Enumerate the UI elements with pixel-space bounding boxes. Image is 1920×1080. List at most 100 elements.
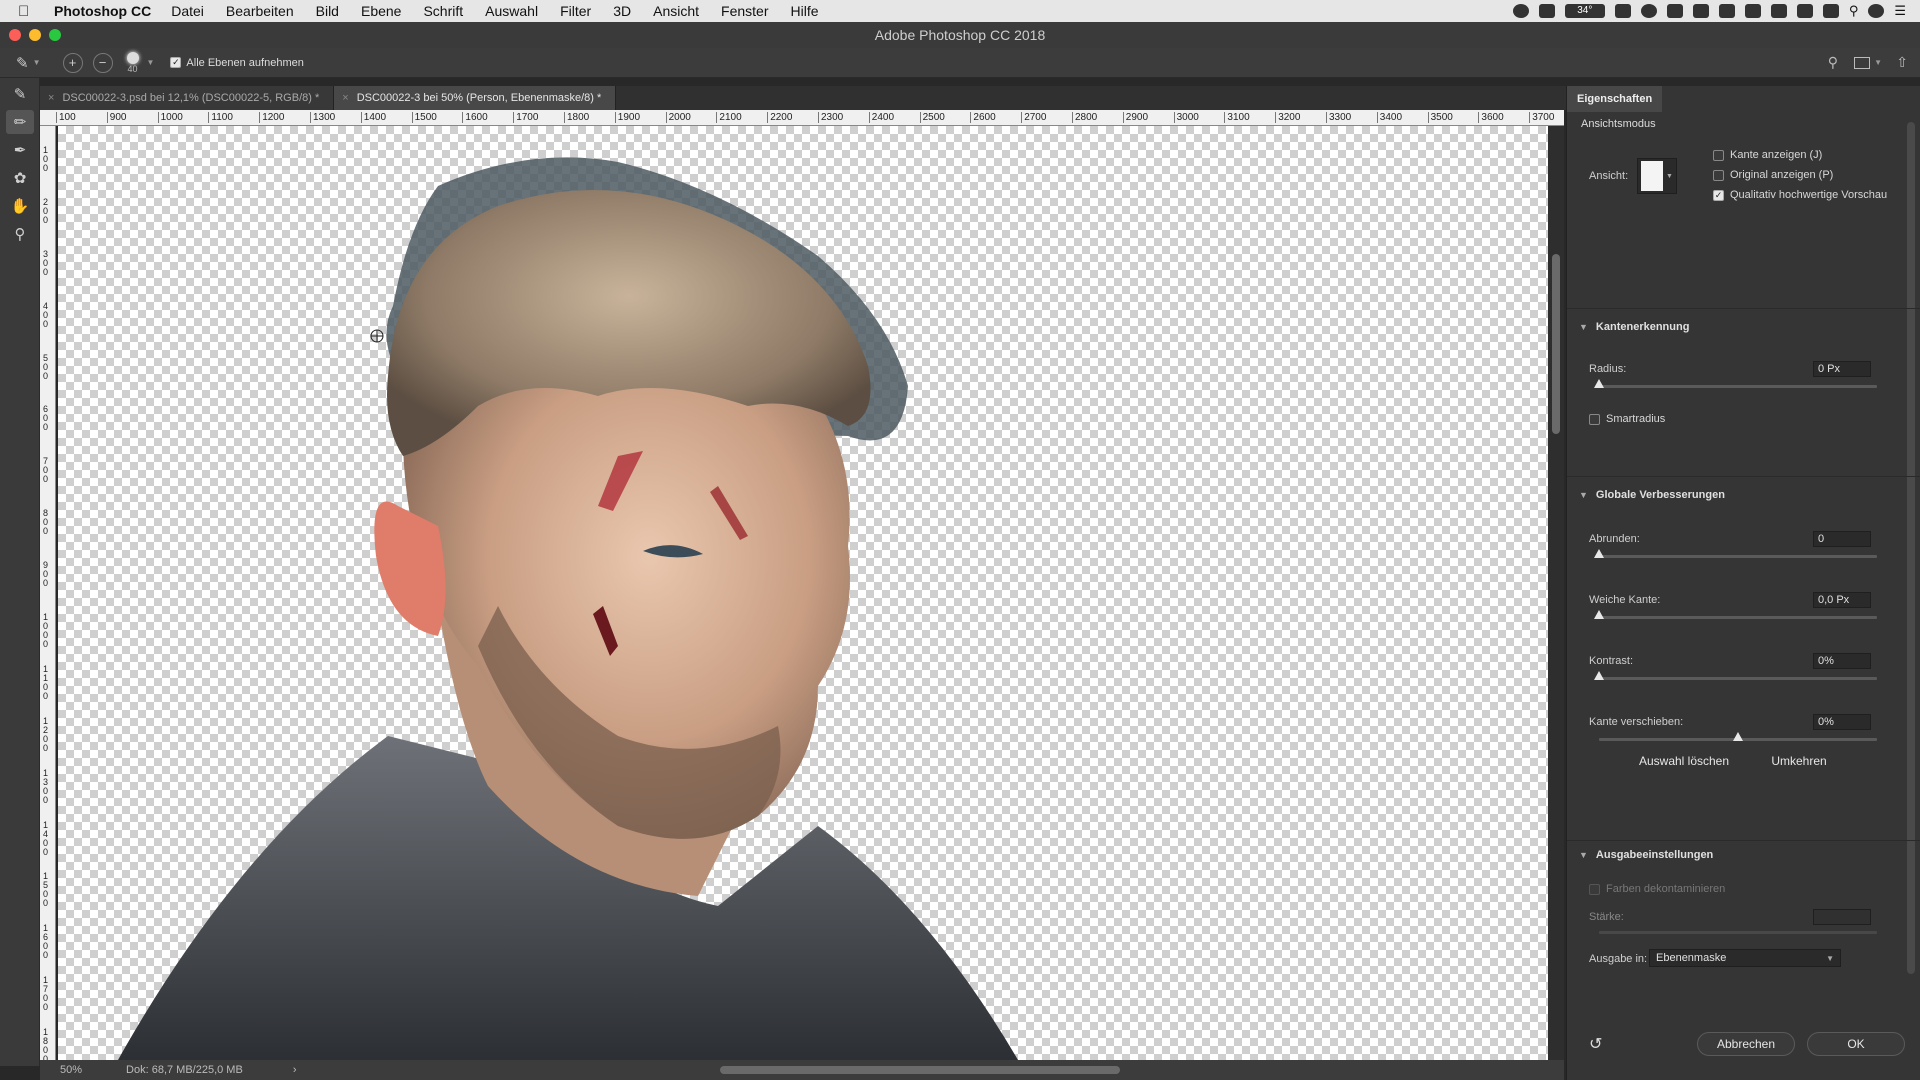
creative-cloud-icon[interactable]: [1640, 4, 1657, 18]
close-window-button[interactable]: [9, 29, 21, 41]
ruler-tick-label: 2800: [1072, 112, 1097, 123]
tab-dsc00022-3-psd[interactable]: × DSC00022-3.psd bei 12,1% (DSC00022-5, …: [40, 86, 335, 110]
airplay-icon[interactable]: [1796, 4, 1813, 18]
notification-center-icon[interactable]: ☰: [1894, 3, 1906, 19]
sample-all-layers-checkbox[interactable]: ✓: [170, 57, 182, 68]
temperature-badge[interactable]: 34°: [1564, 4, 1605, 18]
display-icon[interactable]: [1538, 4, 1555, 18]
contrast-input[interactable]: 0%: [1813, 653, 1871, 669]
radius-slider-thumb[interactable]: [1594, 379, 1604, 388]
vertical-scrollbar[interactable]: [1548, 126, 1564, 1060]
output-settings-header[interactable]: ▼ Ausgabeeinstellungen: [1579, 849, 1713, 861]
reset-icon[interactable]: ↺: [1589, 1034, 1602, 1054]
horizontal-scrollbar-thumb[interactable]: [720, 1066, 1120, 1074]
decontaminate-box[interactable]: [1589, 883, 1600, 895]
smooth-slider-track[interactable]: [1599, 555, 1877, 558]
feather-input[interactable]: 0,0 Px: [1813, 592, 1871, 608]
dropbox-icon[interactable]: [1666, 4, 1683, 18]
subtract-mode-button[interactable]: −: [92, 52, 113, 73]
show-edge-box[interactable]: [1713, 149, 1724, 161]
show-original-box[interactable]: [1713, 169, 1724, 181]
global-refinements-header[interactable]: ▼ Globale Verbesserungen: [1579, 489, 1725, 501]
zoom-level[interactable]: 50%: [60, 1064, 82, 1076]
battery-app-icon[interactable]: [1614, 4, 1631, 18]
menu-ansicht[interactable]: Ansicht: [653, 3, 699, 19]
hq-preview-checkbox[interactable]: ✓ Qualitativ hochwertige Vorschau: [1713, 189, 1887, 201]
shift-edge-slider-thumb[interactable]: [1733, 732, 1743, 741]
zoom-window-button[interactable]: [49, 29, 61, 41]
output-to-select[interactable]: Ebenenmaske ▼: [1649, 949, 1841, 967]
spotlight-icon[interactable]: ⚲: [1849, 3, 1859, 19]
chevron-down-icon[interactable]: ▼: [1874, 58, 1882, 67]
shift-edge-input[interactable]: 0%: [1813, 714, 1871, 730]
ok-button[interactable]: OK: [1807, 1032, 1905, 1056]
smart-radius-checkbox[interactable]: Smartradius: [1589, 413, 1665, 425]
menu-datei[interactable]: Datei: [171, 3, 204, 19]
brush-tool-icon[interactable]: ✒: [6, 138, 34, 162]
tab-dsc00022-3-mask[interactable]: × DSC00022-3 bei 50% (Person, Ebenenmask…: [334, 86, 617, 110]
ruler-tick-label: 3000: [1173, 112, 1199, 123]
battery-icon[interactable]: [1822, 4, 1839, 18]
smart-radius-box[interactable]: [1589, 413, 1600, 425]
menu-auswahl[interactable]: Auswahl: [485, 3, 538, 19]
brush-size-picker[interactable]: 40: [126, 51, 139, 74]
chevron-down-icon[interactable]: ▼: [33, 58, 41, 67]
menu-fenster[interactable]: Fenster: [721, 3, 768, 19]
view-mode-picker[interactable]: ▼: [1637, 158, 1677, 194]
chevron-down-icon[interactable]: ▼: [147, 58, 155, 67]
wifi-icon[interactable]: [1770, 4, 1787, 18]
share-icon[interactable]: ⇧: [1896, 54, 1908, 71]
refine-edge-brush-icon[interactable]: ✏: [6, 110, 34, 134]
apple-icon[interactable]: : [18, 3, 40, 20]
invert-button[interactable]: Umkehren: [1759, 749, 1839, 773]
contrast-slider-track[interactable]: [1599, 677, 1877, 680]
search-icon[interactable]: ⚲: [1828, 54, 1838, 71]
document-canvas[interactable]: [58, 126, 1548, 1060]
scrollbar-thumb[interactable]: [1552, 254, 1560, 434]
decontaminate-checkbox[interactable]: Farben dekontaminieren: [1589, 883, 1725, 895]
menu-3d[interactable]: 3D: [613, 3, 631, 19]
chevron-down-icon: ▼: [1666, 172, 1673, 180]
record-icon[interactable]: [1512, 4, 1529, 18]
minimize-window-button[interactable]: [29, 29, 41, 41]
status-menu-arrow[interactable]: ›: [293, 1064, 297, 1076]
bluetooth-icon[interactable]: [1744, 4, 1761, 18]
brush-tool-preset-icon[interactable]: ✎: [16, 54, 29, 72]
edge-detection-header[interactable]: ▼ Kantenerkennung: [1579, 321, 1689, 333]
menu-ebene[interactable]: Ebene: [361, 3, 401, 19]
menu-bearbeiten[interactable]: Bearbeiten: [226, 3, 294, 19]
menu-filter[interactable]: Filter: [560, 3, 591, 19]
feather-slider-track[interactable]: [1599, 616, 1877, 619]
feather-slider-thumb[interactable]: [1594, 610, 1604, 619]
hand-tool-icon[interactable]: ✋: [6, 194, 34, 218]
hq-preview-box[interactable]: ✓: [1713, 189, 1724, 201]
radius-slider-track[interactable]: [1599, 385, 1877, 388]
zoom-tool-icon[interactable]: ⚲: [6, 222, 34, 246]
evernote-icon[interactable]: [1692, 4, 1709, 18]
lasso-tool-icon[interactable]: ✿: [6, 166, 34, 190]
clear-selection-button[interactable]: Auswahl löschen: [1629, 749, 1739, 773]
radius-input[interactable]: 0 Px: [1813, 361, 1871, 377]
menu-bild[interactable]: Bild: [316, 3, 339, 19]
ruler-tick-label: 9 0 0: [43, 560, 49, 589]
workspace-icon[interactable]: [1854, 56, 1870, 69]
close-tab-icon[interactable]: ×: [48, 92, 54, 104]
menu-hilfe[interactable]: Hilfe: [791, 3, 819, 19]
tab-eigenschaften[interactable]: Eigenschaften: [1567, 86, 1663, 112]
smooth-input[interactable]: 0: [1813, 531, 1871, 547]
app-menu[interactable]: Photoshop CC: [54, 3, 151, 19]
keyboard-icon[interactable]: [1718, 4, 1735, 18]
smart-radius-label: Smartradius: [1606, 413, 1666, 425]
close-tab-icon[interactable]: ×: [342, 92, 348, 104]
contrast-slider-thumb[interactable]: [1594, 671, 1604, 680]
quick-selection-tool-icon[interactable]: ✎: [6, 82, 34, 106]
ruler-tick-label: 2300: [818, 112, 843, 123]
ruler-tick-label: 1 3 0 0: [43, 767, 49, 805]
add-mode-button[interactable]: +: [62, 52, 83, 73]
show-edge-checkbox[interactable]: Kante anzeigen (J): [1713, 149, 1822, 161]
siri-icon[interactable]: [1868, 4, 1885, 18]
show-original-checkbox[interactable]: Original anzeigen (P): [1713, 169, 1833, 181]
menu-schrift[interactable]: Schrift: [423, 3, 463, 19]
smooth-slider-thumb[interactable]: [1594, 549, 1604, 558]
cancel-button[interactable]: Abbrechen: [1697, 1032, 1795, 1056]
